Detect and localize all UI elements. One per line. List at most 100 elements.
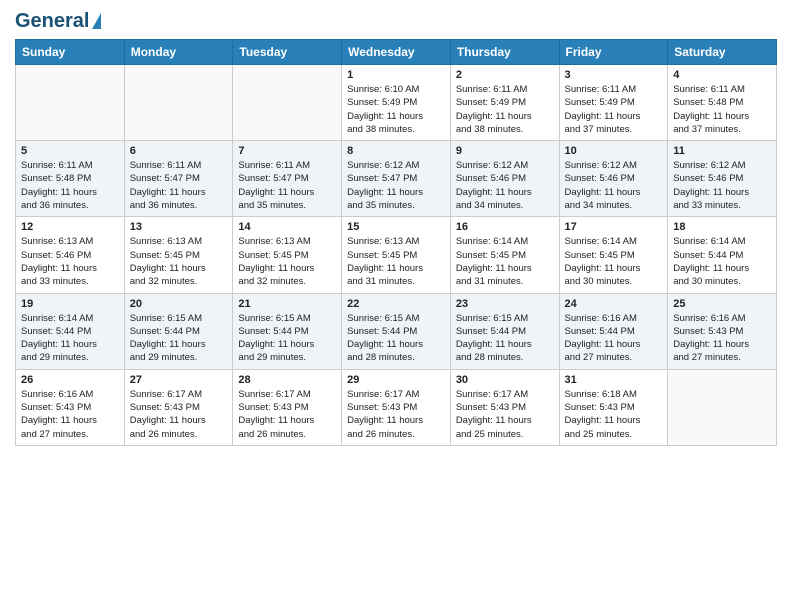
day-number: 14	[238, 221, 336, 233]
week-row-2: 5 Sunrise: 6:11 AM Sunset: 5:48 PM Daylig…	[16, 141, 777, 217]
logo: General	[15, 10, 101, 31]
day-number: 7	[238, 145, 336, 157]
day-number: 15	[347, 221, 445, 233]
column-header-friday: Friday	[559, 40, 668, 65]
day-number: 4	[673, 69, 771, 81]
day-info: Sunrise: 6:16 AM Sunset: 5:43 PM Dayligh…	[21, 388, 119, 441]
day-info: Sunrise: 6:17 AM Sunset: 5:43 PM Dayligh…	[347, 388, 445, 441]
day-number: 5	[21, 145, 119, 157]
calendar-cell: 15 Sunrise: 6:13 AM Sunset: 5:45 PM Dayli…	[342, 217, 451, 293]
calendar-cell: 7 Sunrise: 6:11 AM Sunset: 5:47 PM Daylig…	[233, 141, 342, 217]
day-info: Sunrise: 6:13 AM Sunset: 5:45 PM Dayligh…	[347, 235, 445, 288]
calendar-cell: 17 Sunrise: 6:14 AM Sunset: 5:45 PM Dayli…	[559, 217, 668, 293]
calendar-cell: 27 Sunrise: 6:17 AM Sunset: 5:43 PM Dayli…	[124, 369, 233, 445]
calendar-cell: 3 Sunrise: 6:11 AM Sunset: 5:49 PM Daylig…	[559, 65, 668, 141]
day-info: Sunrise: 6:17 AM Sunset: 5:43 PM Dayligh…	[456, 388, 554, 441]
day-number: 6	[130, 145, 228, 157]
day-number: 1	[347, 69, 445, 81]
logo-triangle-icon	[92, 13, 101, 29]
day-info: Sunrise: 6:15 AM Sunset: 5:44 PM Dayligh…	[347, 312, 445, 365]
calendar-cell: 1 Sunrise: 6:10 AM Sunset: 5:49 PM Daylig…	[342, 65, 451, 141]
calendar-cell: 6Sunrise: 6:11 AM Sunset: 5:47 PM Daylig…	[124, 141, 233, 217]
calendar-cell: 21 Sunrise: 6:15 AM Sunset: 5:44 PM Dayli…	[233, 293, 342, 369]
day-number: 30	[456, 374, 554, 386]
day-number: 17	[565, 221, 663, 233]
day-info: Sunrise: 6:11 AM Sunset: 5:49 PM Dayligh…	[565, 83, 663, 136]
calendar-cell	[668, 369, 777, 445]
day-number: 25	[673, 298, 771, 310]
day-number: 26	[21, 374, 119, 386]
calendar-table: SundayMondayTuesdayWednesdayThursdayFrid…	[15, 39, 777, 446]
day-number: 21	[238, 298, 336, 310]
day-info: Sunrise: 6:11 AM Sunset: 5:49 PM Dayligh…	[456, 83, 554, 136]
day-number: 13	[130, 221, 228, 233]
day-number: 3	[565, 69, 663, 81]
calendar-cell	[233, 65, 342, 141]
day-info: Sunrise: 6:10 AM Sunset: 5:49 PM Dayligh…	[347, 83, 445, 136]
day-number: 29	[347, 374, 445, 386]
day-number: 22	[347, 298, 445, 310]
day-info: Sunrise: 6:11 AM Sunset: 5:48 PM Dayligh…	[21, 159, 119, 212]
day-number: 11	[673, 145, 771, 157]
day-number: 9	[456, 145, 554, 157]
page: General SundayMondayTuesdayWednesdayThur…	[0, 0, 792, 612]
day-info: Sunrise: 6:11 AM Sunset: 5:47 PM Dayligh…	[238, 159, 336, 212]
calendar-cell: 13 Sunrise: 6:13 AM Sunset: 5:45 PM Dayli…	[124, 217, 233, 293]
day-info: Sunrise: 6:16 AM Sunset: 5:44 PM Dayligh…	[565, 312, 663, 365]
day-number: 2	[456, 69, 554, 81]
day-number: 20	[130, 298, 228, 310]
day-info: Sunrise: 6:13 AM Sunset: 5:46 PM Dayligh…	[21, 235, 119, 288]
calendar-cell: 28Sunrise: 6:17 AM Sunset: 5:43 PM Dayli…	[233, 369, 342, 445]
logo-general: General	[15, 10, 89, 33]
day-number: 8	[347, 145, 445, 157]
calendar-cell: 8 Sunrise: 6:12 AM Sunset: 5:47 PM Daylig…	[342, 141, 451, 217]
calendar-cell: 19Sunrise: 6:14 AM Sunset: 5:44 PM Dayli…	[16, 293, 125, 369]
day-info: Sunrise: 6:15 AM Sunset: 5:44 PM Dayligh…	[456, 312, 554, 365]
column-header-thursday: Thursday	[450, 40, 559, 65]
day-info: Sunrise: 6:14 AM Sunset: 5:45 PM Dayligh…	[565, 235, 663, 288]
day-info: Sunrise: 6:16 AM Sunset: 5:43 PM Dayligh…	[673, 312, 771, 365]
day-number: 31	[565, 374, 663, 386]
day-number: 10	[565, 145, 663, 157]
day-number: 12	[21, 221, 119, 233]
day-info: Sunrise: 6:14 AM Sunset: 5:45 PM Dayligh…	[456, 235, 554, 288]
calendar-cell: 22 Sunrise: 6:15 AM Sunset: 5:44 PM Dayli…	[342, 293, 451, 369]
column-header-wednesday: Wednesday	[342, 40, 451, 65]
calendar-cell: 9 Sunrise: 6:12 AM Sunset: 5:46 PM Daylig…	[450, 141, 559, 217]
day-number: 18	[673, 221, 771, 233]
day-info: Sunrise: 6:12 AM Sunset: 5:46 PM Dayligh…	[565, 159, 663, 212]
day-number: 16	[456, 221, 554, 233]
week-row-5: 26 Sunrise: 6:16 AM Sunset: 5:43 PM Dayli…	[16, 369, 777, 445]
header: General	[15, 10, 777, 31]
day-info: Sunrise: 6:14 AM Sunset: 5:44 PM Dayligh…	[673, 235, 771, 288]
column-header-monday: Monday	[124, 40, 233, 65]
calendar-cell: 14 Sunrise: 6:13 AM Sunset: 5:45 PM Dayli…	[233, 217, 342, 293]
calendar-cell: 4 Sunrise: 6:11 AM Sunset: 5:48 PM Daylig…	[668, 65, 777, 141]
day-number: 27	[130, 374, 228, 386]
day-info: Sunrise: 6:17 AM Sunset: 5:43 PM Dayligh…	[130, 388, 228, 441]
day-info: Sunrise: 6:12 AM Sunset: 5:46 PM Dayligh…	[456, 159, 554, 212]
calendar-cell: 24 Sunrise: 6:16 AM Sunset: 5:44 PM Dayli…	[559, 293, 668, 369]
day-info: Sunrise: 6:11 AM Sunset: 5:48 PM Dayligh…	[673, 83, 771, 136]
calendar-cell: 25 Sunrise: 6:16 AM Sunset: 5:43 PM Dayli…	[668, 293, 777, 369]
day-info: Sunrise: 6:15 AM Sunset: 5:44 PM Dayligh…	[238, 312, 336, 365]
day-number: 24	[565, 298, 663, 310]
calendar-cell: 10 Sunrise: 6:12 AM Sunset: 5:46 PM Dayli…	[559, 141, 668, 217]
day-info: Sunrise: 6:13 AM Sunset: 5:45 PM Dayligh…	[238, 235, 336, 288]
calendar-cell: 2 Sunrise: 6:11 AM Sunset: 5:49 PM Daylig…	[450, 65, 559, 141]
day-info: Sunrise: 6:15 AM Sunset: 5:44 PM Dayligh…	[130, 312, 228, 365]
calendar-cell: 30 Sunrise: 6:17 AM Sunset: 5:43 PM Dayli…	[450, 369, 559, 445]
calendar-cell: 11 Sunrise: 6:12 AM Sunset: 5:46 PM Dayli…	[668, 141, 777, 217]
day-info: Sunrise: 6:12 AM Sunset: 5:47 PM Dayligh…	[347, 159, 445, 212]
calendar-cell: 31Sunrise: 6:18 AM Sunset: 5:43 PM Dayli…	[559, 369, 668, 445]
week-row-1: 1 Sunrise: 6:10 AM Sunset: 5:49 PM Daylig…	[16, 65, 777, 141]
day-number: 23	[456, 298, 554, 310]
day-info: Sunrise: 6:12 AM Sunset: 5:46 PM Dayligh…	[673, 159, 771, 212]
calendar-cell: 23 Sunrise: 6:15 AM Sunset: 5:44 PM Dayli…	[450, 293, 559, 369]
calendar-cell: 26 Sunrise: 6:16 AM Sunset: 5:43 PM Dayli…	[16, 369, 125, 445]
calendar-cell	[16, 65, 125, 141]
week-row-4: 19Sunrise: 6:14 AM Sunset: 5:44 PM Dayli…	[16, 293, 777, 369]
week-row-3: 12 Sunrise: 6:13 AM Sunset: 5:46 PM Dayli…	[16, 217, 777, 293]
column-header-sunday: Sunday	[16, 40, 125, 65]
day-info: Sunrise: 6:13 AM Sunset: 5:45 PM Dayligh…	[130, 235, 228, 288]
